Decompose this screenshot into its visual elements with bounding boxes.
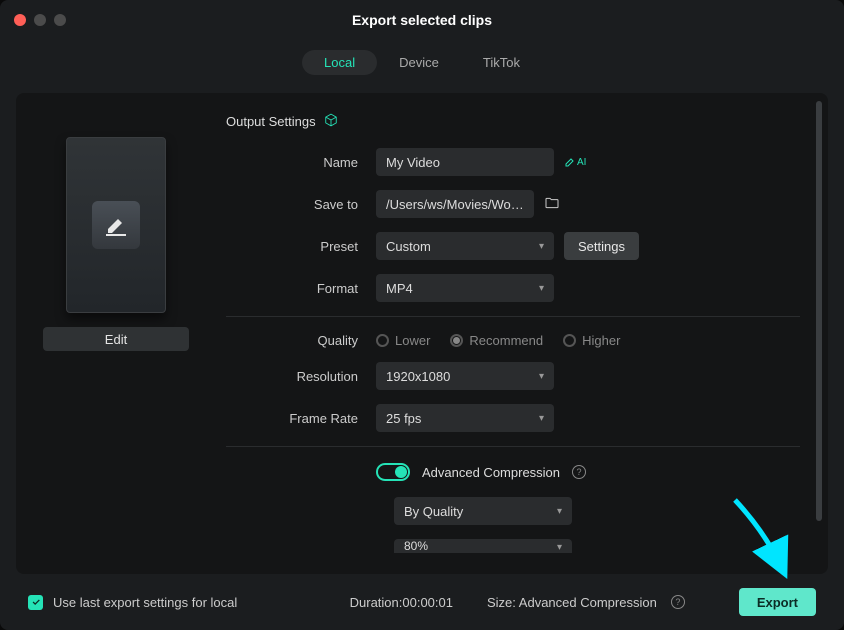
size-label: Size: Advanced Compression bbox=[487, 595, 657, 610]
chevron-down-icon: ▾ bbox=[539, 413, 544, 424]
name-input[interactable]: My Video bbox=[376, 148, 554, 176]
help-icon[interactable]: ? bbox=[671, 595, 685, 609]
cube-icon bbox=[324, 113, 338, 130]
ai-rename-button[interactable]: AI bbox=[564, 156, 586, 168]
window-title: Export selected clips bbox=[0, 12, 844, 28]
edit-button[interactable]: Edit bbox=[43, 327, 189, 351]
use-last-settings-checkbox[interactable] bbox=[28, 595, 43, 610]
compression-percent-select[interactable]: 80% ▾ bbox=[394, 539, 572, 553]
close-window-button[interactable] bbox=[14, 14, 26, 26]
minimize-window-button[interactable] bbox=[34, 14, 46, 26]
window-controls bbox=[0, 14, 66, 26]
chevron-down-icon: ▾ bbox=[539, 241, 544, 252]
help-icon[interactable]: ? bbox=[572, 465, 586, 479]
pencil-icon bbox=[92, 201, 140, 249]
browse-folder-button[interactable] bbox=[544, 195, 560, 214]
duration-label: Duration:00:00:01 bbox=[350, 595, 453, 610]
advanced-compression-label: Advanced Compression bbox=[422, 465, 560, 480]
tab-tiktok[interactable]: TikTok bbox=[461, 50, 542, 75]
preset-label: Preset bbox=[226, 239, 376, 254]
saveto-input[interactable]: /Users/ws/Movies/Wonder bbox=[376, 190, 534, 218]
resolution-select[interactable]: 1920x1080 ▾ bbox=[376, 362, 554, 390]
preset-settings-button[interactable]: Settings bbox=[564, 232, 639, 260]
compression-mode-select[interactable]: By Quality ▾ bbox=[394, 497, 572, 525]
name-label: Name bbox=[226, 155, 376, 170]
video-thumbnail bbox=[66, 137, 166, 313]
chevron-down-icon: ▾ bbox=[557, 506, 562, 517]
preset-select[interactable]: Custom ▾ bbox=[376, 232, 554, 260]
quality-higher-radio[interactable]: Higher bbox=[563, 333, 620, 348]
framerate-select[interactable]: 25 fps ▾ bbox=[376, 404, 554, 432]
tab-device[interactable]: Device bbox=[377, 50, 461, 75]
format-label: Format bbox=[226, 281, 376, 296]
format-select[interactable]: MP4 ▾ bbox=[376, 274, 554, 302]
divider bbox=[226, 446, 800, 447]
divider bbox=[226, 316, 800, 317]
quality-recommend-radio[interactable]: Recommend bbox=[450, 333, 543, 348]
saveto-label: Save to bbox=[226, 197, 376, 212]
chevron-down-icon: ▾ bbox=[557, 542, 562, 553]
export-button[interactable]: Export bbox=[739, 588, 816, 616]
output-settings-title: Output Settings bbox=[226, 114, 316, 129]
maximize-window-button[interactable] bbox=[54, 14, 66, 26]
resolution-label: Resolution bbox=[226, 369, 376, 384]
framerate-label: Frame Rate bbox=[226, 411, 376, 426]
tab-local[interactable]: Local bbox=[302, 50, 377, 75]
quality-lower-radio[interactable]: Lower bbox=[376, 333, 430, 348]
chevron-down-icon: ▾ bbox=[539, 283, 544, 294]
quality-label: Quality bbox=[226, 333, 376, 348]
use-last-settings-label: Use last export settings for local bbox=[53, 595, 237, 610]
chevron-down-icon: ▾ bbox=[539, 371, 544, 382]
scrollbar[interactable] bbox=[816, 101, 822, 521]
advanced-compression-toggle[interactable] bbox=[376, 463, 410, 481]
